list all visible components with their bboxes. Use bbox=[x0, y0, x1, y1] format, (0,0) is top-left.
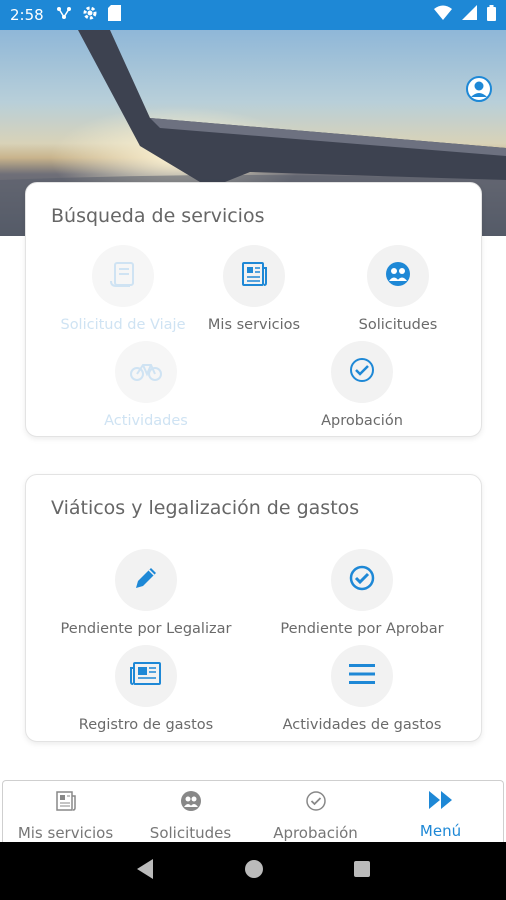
tile-solicitud-viaje[interactable]: Solicitud de Viaje bbox=[48, 245, 198, 333]
check-circle-icon bbox=[304, 789, 328, 818]
nav-label: Menú bbox=[419, 822, 462, 840]
tile-aprobacion[interactable]: Aprobación bbox=[287, 341, 437, 429]
card-title: Búsqueda de servicios bbox=[51, 205, 265, 227]
battery-icon bbox=[487, 4, 496, 26]
tile-mis-servicios[interactable]: Mis servicios bbox=[179, 245, 329, 333]
group-icon bbox=[383, 259, 413, 294]
tile-label: Pendiente por Legalizar bbox=[60, 621, 232, 637]
tile-registro-gastos[interactable]: Registro de gastos bbox=[61, 645, 231, 733]
tile-label: Actividades bbox=[104, 413, 188, 429]
nav-label: Aprobación bbox=[273, 824, 358, 842]
bottom-nav: Mis servicios Solicitudes Aprobación Men… bbox=[2, 780, 504, 842]
newspaper-icon bbox=[54, 789, 78, 818]
newspaper-icon bbox=[239, 259, 269, 294]
card-viaticos: Viáticos y legalización de gastos Pendie… bbox=[25, 474, 482, 742]
nav-label: Mis servicios bbox=[17, 824, 114, 842]
bicycle-icon bbox=[130, 357, 162, 388]
group-icon bbox=[179, 789, 203, 818]
tile-label: Mis servicios bbox=[207, 317, 301, 333]
android-nav-bar bbox=[0, 842, 506, 900]
newspaper-icon bbox=[129, 661, 163, 692]
tile-pendiente-aprobar[interactable]: Pendiente por Aprobar bbox=[277, 549, 447, 637]
tile-label: Pendiente por Aprobar bbox=[280, 621, 444, 637]
tile-actividades-gastos[interactable]: Actividades de gastos bbox=[277, 645, 447, 733]
tile-actividades[interactable]: Actividades bbox=[71, 341, 221, 429]
tile-label: Solicitudes bbox=[358, 317, 438, 333]
check-circle-icon bbox=[347, 563, 377, 598]
card-title: Viáticos y legalización de gastos bbox=[51, 497, 360, 519]
network-icon bbox=[56, 6, 72, 25]
nav-mis-servicios[interactable]: Mis servicios bbox=[3, 781, 128, 842]
tile-pendiente-legalizar[interactable]: Pendiente por Legalizar bbox=[61, 549, 231, 637]
card-busqueda-servicios: Búsqueda de servicios Solicitud de Viaje… bbox=[25, 182, 482, 437]
nav-menu[interactable]: Menú bbox=[378, 781, 503, 842]
status-bar: 2:58 bbox=[0, 0, 506, 30]
signal-icon bbox=[462, 5, 477, 25]
sd-card-icon bbox=[107, 4, 121, 26]
recents-icon[interactable] bbox=[353, 860, 371, 883]
list-icon bbox=[348, 662, 376, 691]
avatar-icon[interactable] bbox=[466, 76, 492, 102]
nav-label: Solicitudes bbox=[149, 824, 232, 842]
pencil-icon bbox=[132, 564, 160, 597]
nav-aprobacion[interactable]: Aprobación bbox=[253, 781, 378, 842]
fast-forward-icon bbox=[427, 789, 455, 816]
scroll-icon bbox=[108, 259, 138, 294]
tile-solicitudes[interactable]: Solicitudes bbox=[323, 245, 473, 333]
back-icon[interactable] bbox=[135, 858, 155, 885]
tile-label: Aprobación bbox=[321, 413, 403, 429]
tile-label: Actividades de gastos bbox=[282, 717, 442, 733]
home-icon[interactable] bbox=[244, 859, 264, 884]
check-circle-icon bbox=[347, 355, 377, 390]
gear-icon bbox=[82, 5, 98, 26]
tile-label: Solicitud de Viaje bbox=[60, 317, 186, 333]
status-time: 2:58 bbox=[10, 6, 44, 24]
nav-solicitudes[interactable]: Solicitudes bbox=[128, 781, 253, 842]
wifi-icon bbox=[434, 5, 452, 25]
tile-label: Registro de gastos bbox=[78, 717, 214, 733]
